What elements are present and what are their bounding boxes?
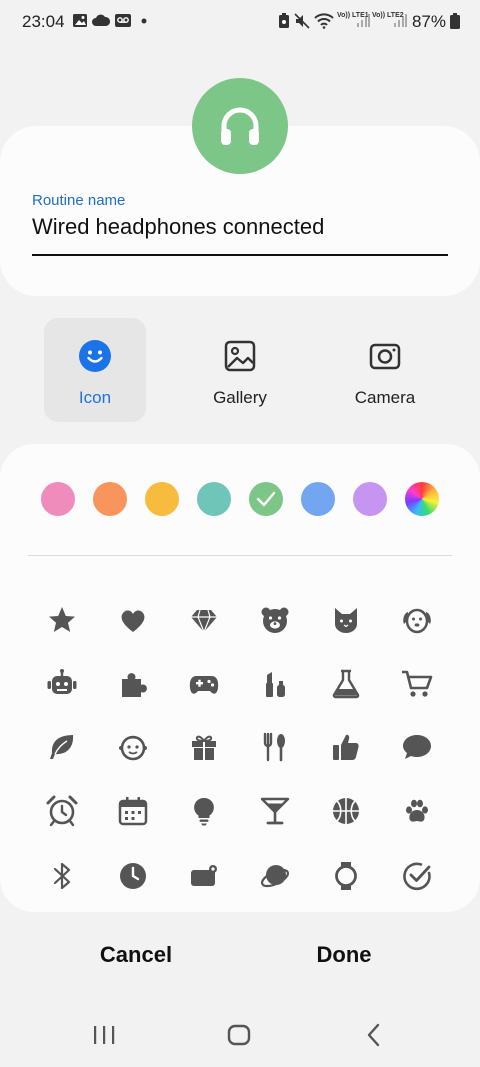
home-icon[interactable] [226, 1018, 252, 1052]
heart-icon[interactable] [117, 604, 149, 636]
camera-icon [369, 343, 401, 370]
routine-name-label: Routine name [32, 192, 126, 209]
panel-divider [28, 555, 452, 556]
puzzle-icon[interactable] [117, 668, 149, 700]
check-circle-icon[interactable] [401, 860, 433, 892]
image-icon [224, 340, 256, 372]
basketball-icon[interactable] [330, 795, 362, 827]
battery-saver-icon [279, 13, 289, 28]
paw-icon[interactable] [401, 795, 433, 827]
color-swatch-green[interactable] [249, 482, 283, 516]
source-gallery-option[interactable]: Gallery [189, 318, 291, 422]
baby-icon[interactable] [117, 731, 149, 763]
cloud-icon [92, 14, 110, 26]
thumbs-up-icon[interactable] [330, 731, 362, 763]
diamond-icon[interactable] [188, 604, 220, 636]
leaf-icon[interactable] [46, 731, 78, 763]
robot-icon[interactable] [46, 668, 78, 700]
mute-icon [294, 13, 310, 29]
cart-icon[interactable] [401, 668, 433, 700]
wifi-icon [314, 13, 334, 29]
source-icon-label: Icon [78, 388, 112, 407]
signal-2-icon [394, 14, 407, 27]
source-icon-option[interactable]: Icon [44, 318, 146, 422]
alarm-icon[interactable] [46, 795, 78, 827]
wallet-icon[interactable] [188, 860, 220, 892]
voicemail-icon [115, 14, 131, 27]
clock-icon[interactable] [117, 860, 149, 892]
flask-icon[interactable] [330, 668, 362, 700]
battery-icon [450, 13, 460, 29]
signal-1-icon [357, 14, 370, 27]
color-swatch-custom-spectrum[interactable] [405, 482, 439, 516]
source-camera-option[interactable]: Camera [334, 318, 436, 422]
bluetooth-icon[interactable] [46, 860, 78, 892]
routine-name-underline [32, 254, 448, 256]
calendar-icon[interactable] [117, 795, 149, 827]
gift-icon[interactable] [188, 731, 220, 763]
color-swatch-orange[interactable] [93, 482, 127, 516]
smiley-icon [79, 340, 111, 372]
gallery-notification-icon [73, 14, 87, 27]
cosmetics-icon[interactable] [259, 668, 291, 700]
status-bar: 23:04 Vo)) LTE1 Vo)) LTE2 87% [0, 0, 480, 44]
source-gallery-label: Gallery [213, 388, 267, 407]
watch-icon[interactable] [330, 860, 362, 892]
color-swatch-purple[interactable] [353, 482, 387, 516]
cocktail-icon[interactable] [259, 795, 291, 827]
back-icon[interactable] [364, 1018, 384, 1052]
color-swatch-blue[interactable] [301, 482, 335, 516]
checkmark-icon [256, 491, 276, 507]
recent-apps-icon[interactable] [92, 1018, 116, 1052]
done-button[interactable]: Done [264, 942, 424, 968]
battery-percent: 87% [411, 12, 446, 31]
headphones-icon [221, 107, 259, 145]
routine-avatar[interactable] [192, 78, 288, 174]
color-swatch-pink[interactable] [41, 482, 75, 516]
chat-icon[interactable] [401, 731, 433, 763]
gamepad-icon[interactable] [188, 668, 220, 700]
more-notifications-dot-icon [141, 18, 147, 24]
bear-icon[interactable] [259, 604, 291, 636]
lightbulb-icon[interactable] [188, 795, 220, 827]
color-swatch-yellow[interactable] [145, 482, 179, 516]
dog-icon[interactable] [401, 604, 433, 636]
routine-name-input[interactable]: Wired headphones connected [32, 214, 324, 240]
source-camera-label: Camera [354, 388, 416, 407]
color-swatch-teal[interactable] [197, 482, 231, 516]
cat-icon[interactable] [330, 604, 362, 636]
utensils-icon[interactable] [259, 731, 291, 763]
cancel-button[interactable]: Cancel [56, 942, 216, 968]
status-time: 23:04 [22, 12, 65, 31]
planet-icon[interactable] [259, 860, 291, 892]
star-icon[interactable] [46, 604, 78, 636]
